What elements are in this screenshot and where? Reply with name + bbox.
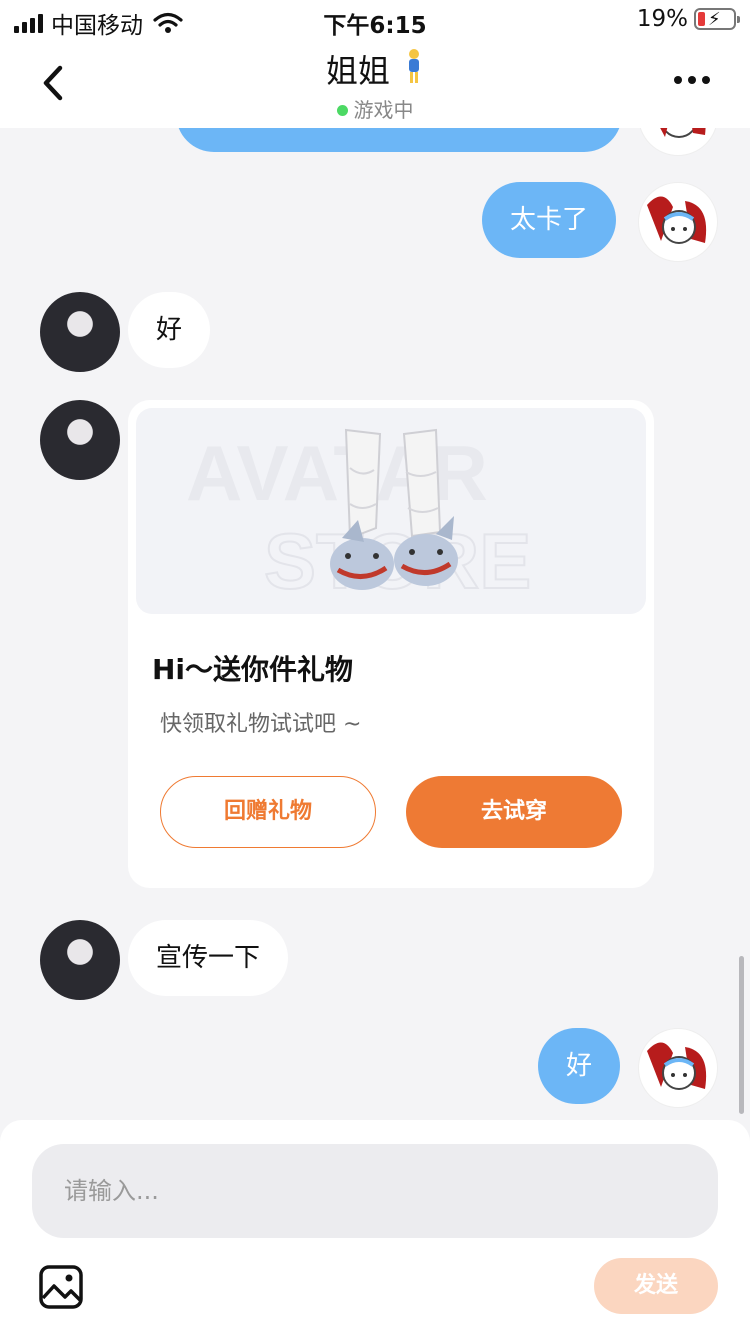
incoming-message-bubble[interactable]: 好 <box>128 292 211 368</box>
outgoing-message-bubble[interactable]: 太卡了 <box>482 182 617 258</box>
gift-preview-image[interactable]: AVATAR STORE <box>136 408 646 614</box>
status-right: 19% ⚡ <box>636 6 740 32</box>
gift-title: Hi～送你件礼物 <box>152 653 354 686</box>
gift-illustration: AVATAR STORE <box>186 428 532 606</box>
scrollbar[interactable] <box>739 956 744 1114</box>
presence-status: 游戏中 <box>0 94 750 123</box>
watermark-avatar-text: AVATAR <box>186 429 488 517</box>
battery-percent: 19% <box>636 6 688 32</box>
online-dot-icon <box>336 105 348 116</box>
standing-woman-emoji-icon <box>409 49 420 83</box>
send-button[interactable]: 发送 <box>594 1258 718 1314</box>
my-avatar[interactable] <box>638 128 718 156</box>
return-gift-button[interactable]: 回赠礼物 <box>160 776 376 848</box>
message-input[interactable] <box>32 1144 718 1238</box>
more-icon[interactable] <box>674 76 710 84</box>
presence-label: 游戏中 <box>353 98 414 122</box>
chat-title: 姐姐 <box>0 46 750 92</box>
battery-icon: ⚡ <box>694 8 740 30</box>
try-on-button[interactable]: 去试穿 <box>406 776 622 848</box>
outgoing-message-bubble[interactable]: 好 <box>538 1028 621 1104</box>
gift-subtitle: 快领取礼物试试吧 ~ <box>160 712 362 737</box>
message-composer: 发送 <box>0 1120 750 1334</box>
contact-avatar[interactable] <box>40 920 120 1000</box>
image-picker-icon[interactable] <box>38 1264 84 1310</box>
message-list[interactable]: 太卡了 好 AVATAR STORE <box>0 128 750 1120</box>
outgoing-message-bubble[interactable] <box>176 128 622 152</box>
incoming-message-bubble[interactable]: 宣传一下 <box>128 920 289 996</box>
contact-name: 姐姐 <box>325 52 390 90</box>
gift-card[interactable]: AVATAR STORE Hi～送你件礼物 <box>128 400 654 888</box>
my-avatar[interactable] <box>638 182 718 262</box>
contact-avatar[interactable] <box>40 400 120 480</box>
chat-header: 姐姐 游戏中 <box>0 40 750 128</box>
my-avatar[interactable] <box>638 1028 718 1108</box>
status-bar: 中国移动 下午6:15 19% ⚡ <box>0 0 750 40</box>
contact-avatar[interactable] <box>40 292 120 372</box>
